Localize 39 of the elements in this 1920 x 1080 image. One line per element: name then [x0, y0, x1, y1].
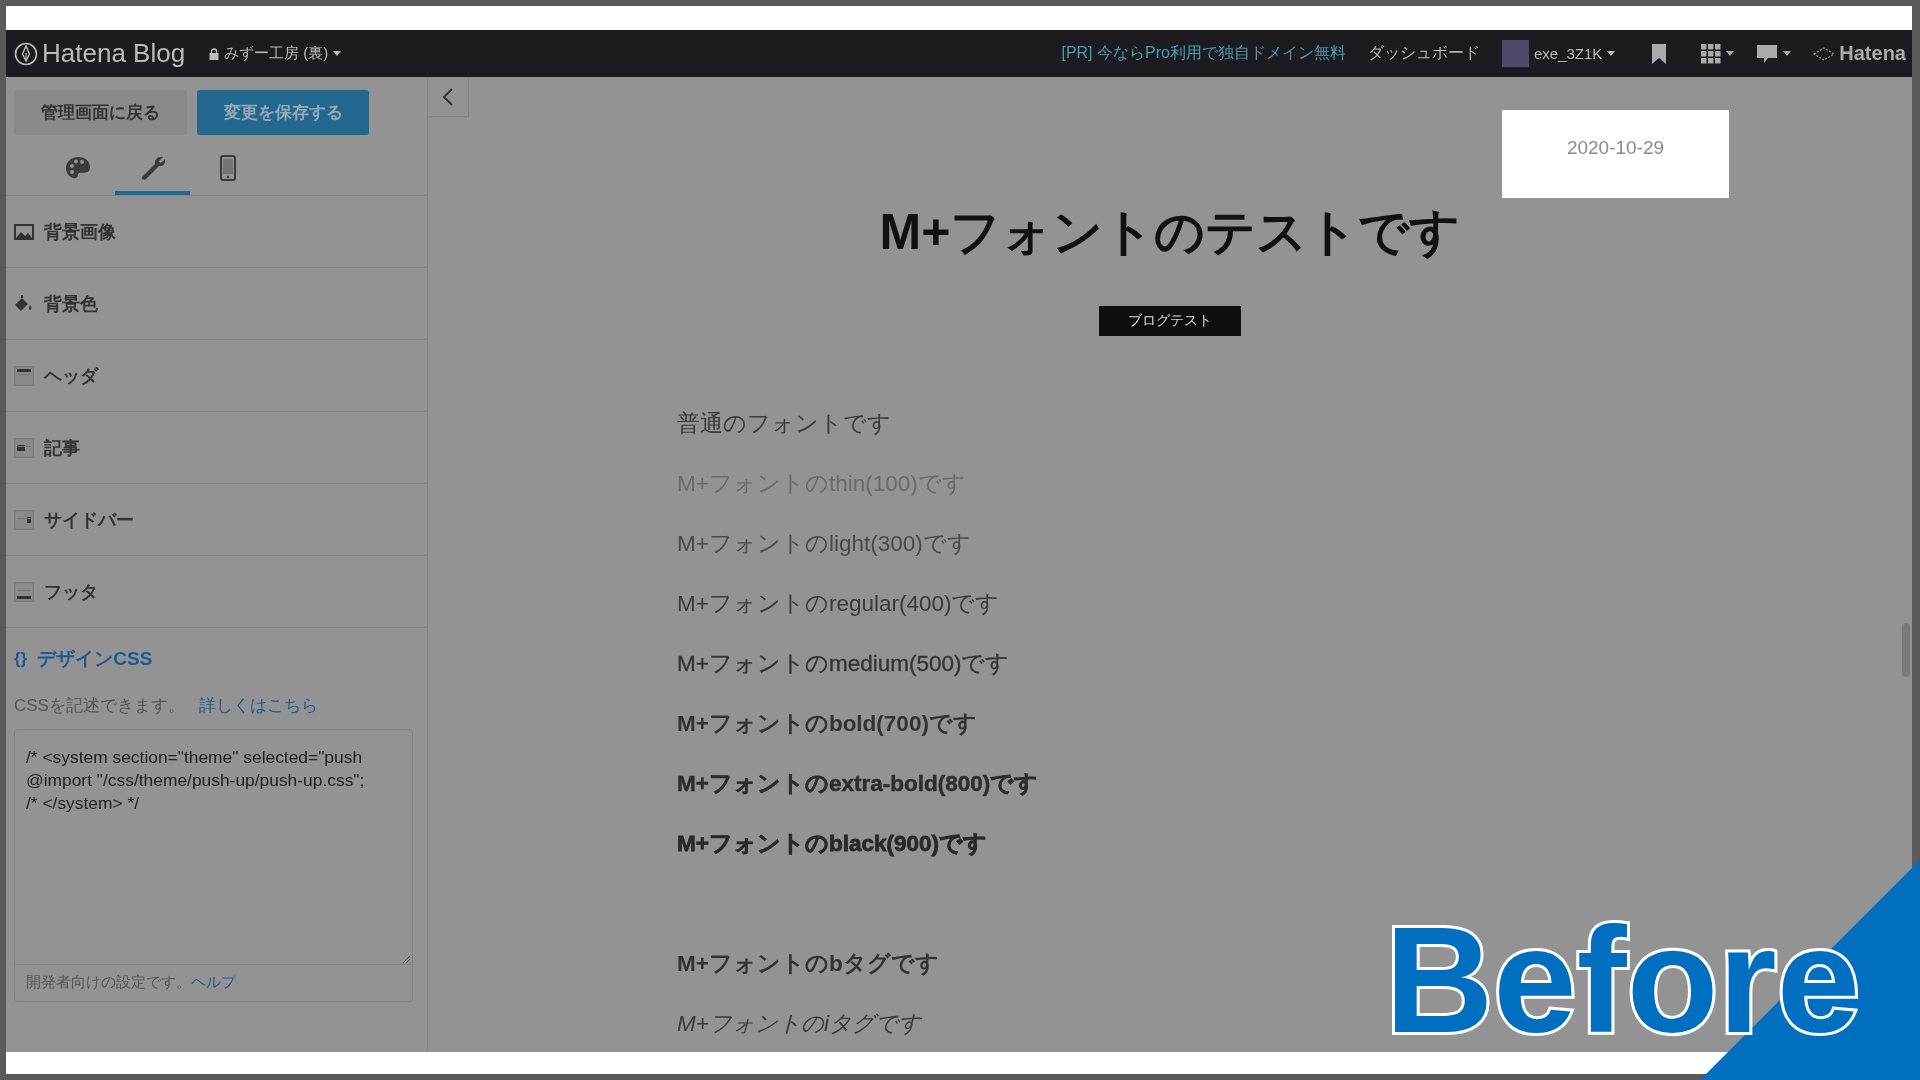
section-label: 記事: [44, 436, 80, 460]
post-date: 2020-10-29: [1566, 137, 1665, 160]
article-text-line: M+フォントのmedium(500)です: [677, 650, 1010, 678]
help-link[interactable]: ヘルプ: [191, 973, 236, 992]
article-text-line: 普通のフォントです: [677, 410, 891, 438]
article-title: M+フォントのテストです: [879, 203, 1461, 262]
design-section-item[interactable]: 記事: [6, 412, 427, 484]
article-text-line: M+フォントのbold(700)です: [677, 710, 977, 738]
note-text: 開発者向けの設定です。: [26, 973, 191, 992]
section-label: フッタ: [44, 580, 98, 604]
blog-service-logo[interactable]: Hatena Blog: [42, 38, 186, 69]
section-label: 背景画像: [44, 220, 116, 244]
more-info-link[interactable]: 詳しくはこちら: [198, 694, 318, 717]
design-section-item[interactable]: フッタ: [6, 556, 427, 628]
section-label: サイドバー: [44, 508, 134, 532]
css-editor-field[interactable]: /* <system section="theme" selected="push @import "/css/theme/push-up/push-up.css"; /* </system> */: [15, 730, 412, 965]
design-section-item[interactable]: サイドバー: [6, 484, 427, 556]
section-label: ヘッダ: [44, 364, 98, 388]
user-menu[interactable]: exe_3Z1K: [1501, 40, 1616, 67]
back-button[interactable]: 管理画面に戻る: [14, 90, 187, 135]
braces-icon: {}: [14, 649, 28, 669]
article-text-line: M+フォントのregular(400)です: [677, 590, 1000, 618]
article-text-line: M+フォントのextra-bold(800)です: [677, 770, 1039, 798]
section-label: 背景色: [44, 292, 98, 316]
category-tag[interactable]: ブログテスト: [1099, 306, 1241, 336]
description-text: CSSを記述できます。: [14, 695, 185, 717]
brand-logo[interactable]: Hatena: [1839, 42, 1906, 65]
design-section-item[interactable]: ヘッダ: [6, 340, 427, 412]
article-text-line: M+フォントのiタグです: [677, 1010, 921, 1038]
article-text-line: M+フォントのbタグです: [677, 950, 939, 978]
section-heading[interactable]: デザインCSS: [37, 646, 153, 672]
dashboard-link[interactable]: ダッシュボード: [1367, 43, 1480, 64]
save-button[interactable]: 変更を保存する: [197, 90, 369, 135]
article-text-line: M+フォントのlight(300)です: [677, 530, 971, 558]
blog-selector[interactable]: みずー工房 (裏): [209, 44, 342, 63]
article-text-line: M+フォントのblack(900)です: [677, 830, 987, 858]
design-section-item[interactable]: 背景色: [6, 268, 427, 340]
promo-link[interactable]: [PR] 今ならPro利用で独自ドメイン無料: [1061, 43, 1346, 64]
design-section-item[interactable]: 背景画像: [6, 196, 427, 268]
